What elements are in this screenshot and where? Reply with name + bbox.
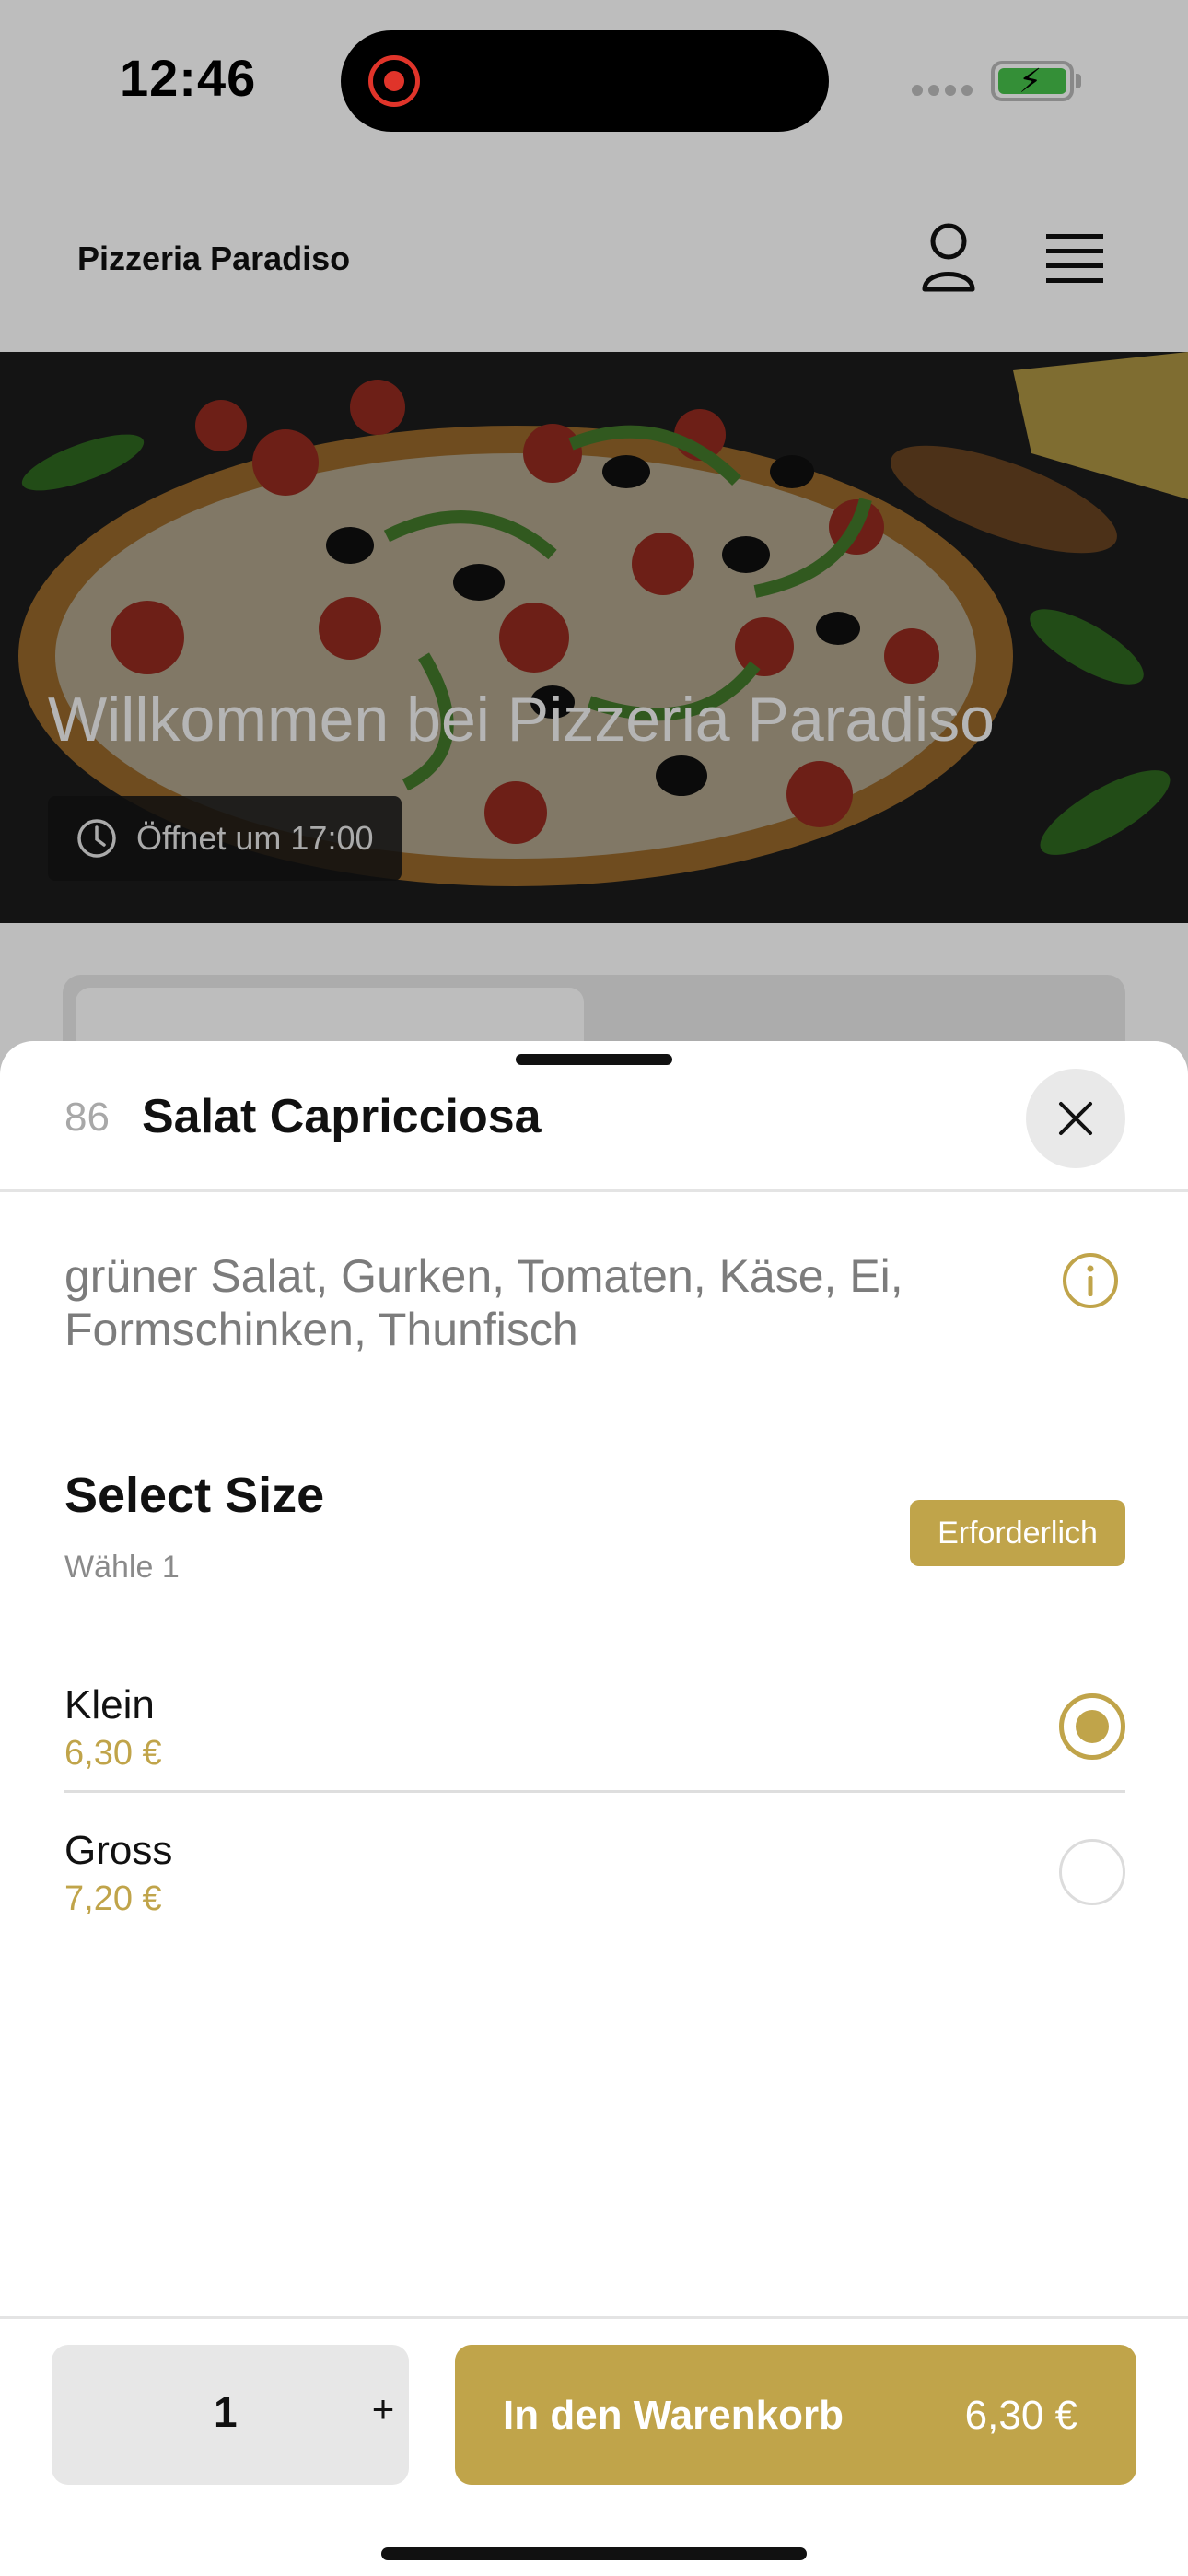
increment-button[interactable]: + — [365, 2387, 402, 2431]
dynamic-island — [341, 30, 829, 132]
add-to-cart-button[interactable]: In den Warenkorb 6,30 € — [455, 2345, 1136, 2485]
item-description: grüner Salat, Gurken, Tomaten, Käse, Ei,… — [64, 1250, 903, 1355]
app-screen: 12:46 ⚡ Pizzeria Paradiso Willkommen bei… — [0, 0, 1188, 2576]
size-option-gross[interactable]: Gross 7,20 € — [64, 1795, 1125, 1938]
quantity-stepper: 1 + — [52, 2345, 409, 2485]
record-icon — [368, 55, 420, 107]
size-option-name: Gross — [64, 1828, 173, 1873]
item-detail-sheet: 86 Salat Capricciosa grüner Salat, Gurke… — [0, 1041, 1188, 2576]
size-option-price: 7,20 € — [64, 1879, 162, 1918]
quantity-value: 1 — [214, 2388, 238, 2436]
item-number: 86 — [64, 1095, 110, 1140]
size-radio-selected[interactable] — [1059, 1693, 1125, 1760]
home-indicator[interactable] — [381, 2547, 807, 2560]
close-button[interactable] — [1026, 1069, 1125, 1168]
item-title: Salat Capricciosa — [142, 1090, 542, 1143]
cart-total-price: 6,30 € — [964, 2393, 1077, 2438]
close-icon — [1059, 1102, 1092, 1135]
add-to-cart-label: In den Warenkorb — [503, 2393, 844, 2438]
size-option-price: 6,30 € — [64, 1734, 162, 1773]
size-section-title: Select Size — [64, 1468, 325, 1523]
size-section-subtitle: Wähle 1 — [64, 1550, 180, 1585]
size-option-klein[interactable]: Klein 6,30 € — [64, 1649, 1125, 1793]
sheet-footer: 1 + In den Warenkorb 6,30 € — [0, 2316, 1188, 2576]
info-icon[interactable] — [1061, 1251, 1120, 1310]
size-option-name: Klein — [64, 1682, 155, 1727]
sheet-header: 86 Salat Capricciosa — [0, 1041, 1188, 1192]
size-radio[interactable] — [1059, 1839, 1125, 1905]
required-badge: Erforderlich — [910, 1500, 1125, 1566]
